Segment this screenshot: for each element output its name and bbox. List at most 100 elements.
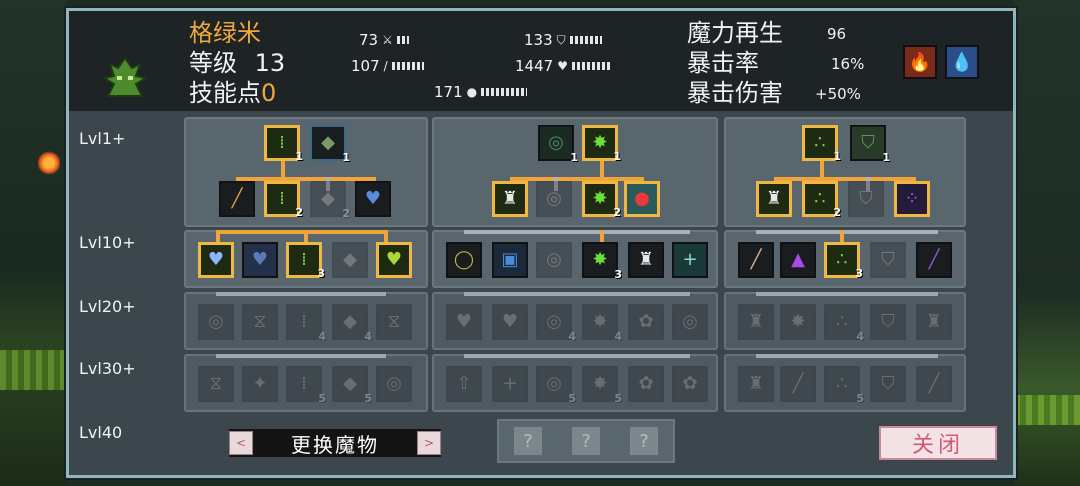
magic-value: 107: [351, 57, 380, 75]
tree-col1-tier3: ◎ ⧖ ⁞ 4 ◆ 4 ⧖: [184, 292, 428, 350]
skill-node-blue-heart[interactable]: ♥: [242, 242, 278, 278]
skill-node-locked[interactable]: ⛉: [848, 181, 884, 217]
skill-node-locked[interactable]: ✿: [628, 304, 664, 340]
fire-buff-icon[interactable]: 🔥: [903, 45, 937, 79]
skill-node-green-heart[interactable]: ♥: [376, 242, 412, 278]
skill-node-red-orb[interactable]: ●: [624, 181, 660, 217]
skill-node-locked[interactable]: ✦: [242, 366, 278, 402]
attack-value: 73: [359, 31, 379, 49]
skill-node-locked[interactable]: ⁞ 5: [286, 366, 326, 405]
skill-node-locked[interactable]: ♥: [492, 304, 528, 340]
skill-node-locked[interactable]: ◎: [672, 304, 708, 340]
skill-node-purple-orbs[interactable]: ⁘: [894, 181, 930, 217]
crit-rate-label: 暴击率: [687, 49, 759, 77]
stat-hp: 1447 ♥: [515, 57, 612, 75]
skill-node-locked[interactable]: ◎: [376, 366, 412, 402]
sword-icon: ⚔: [382, 33, 393, 47]
skill-node-locked[interactable]: ⧖: [198, 366, 234, 402]
skill-node-locked[interactable]: ✸: [780, 304, 816, 340]
skill-node-locked[interactable]: ◎: [198, 304, 234, 340]
switch-monster-label[interactable]: 更换魔物: [291, 429, 379, 458]
skill-node-locked[interactable]: ∴ 5: [824, 366, 864, 405]
crit-rate-value: 16%: [831, 55, 865, 73]
skill-node-locked[interactable]: ⧖: [376, 304, 412, 340]
skill-node-locked[interactable]: ⁞ 4: [286, 304, 326, 343]
unknown-slot[interactable]: ?: [512, 425, 544, 457]
skill-node-spore-cloud-2[interactable]: ∴ 2: [802, 181, 841, 219]
level-label-20: Lvl20+: [79, 297, 136, 316]
skill-node-locked[interactable]: ⛉: [870, 242, 906, 278]
skill-node-heart-shield[interactable]: ♥: [355, 181, 391, 217]
skill-node-locked[interactable]: ✸ 5: [582, 366, 622, 405]
regen-value: 96: [827, 25, 847, 43]
unknown-slot[interactable]: ?: [628, 425, 660, 457]
level-label-30: Lvl30+: [79, 359, 136, 378]
skill-node-green-burst-3[interactable]: ✸ 3: [582, 242, 622, 281]
skill-node-locked[interactable]: ◆: [332, 242, 368, 278]
unknown-slot[interactable]: ?: [570, 425, 602, 457]
crit-dmg-label: 暴击伤害: [687, 79, 783, 107]
skill-node-locked[interactable]: ⇧: [446, 366, 482, 402]
prev-monster-button[interactable]: <: [229, 431, 253, 455]
skill-node-locked[interactable]: ✿: [628, 366, 664, 402]
speed-bars: [481, 88, 528, 96]
skill-node-grass-strike-2[interactable]: ⁞ 2: [264, 181, 303, 219]
skill-points-row: 技能点0: [189, 79, 276, 107]
skill-node-spore-cloud[interactable]: ∴ 1: [802, 125, 841, 163]
skill-node-locked[interactable]: ◆ 4: [332, 304, 372, 343]
next-monster-button[interactable]: >: [417, 431, 441, 455]
skill-node-green-burst[interactable]: ✸ 1: [582, 125, 621, 163]
torch-icon: [38, 150, 60, 176]
skill-node-ice-heart[interactable]: ♥: [198, 242, 234, 278]
skill-node-locked[interactable]: ⛉: [870, 366, 906, 402]
skill-node-shield-ring[interactable]: ◎ 1: [538, 125, 578, 164]
unknown-slots: ? ? ?: [497, 419, 675, 463]
skill-node-chalice[interactable]: ♜: [492, 181, 528, 217]
skill-node-dark-ring[interactable]: ◯: [446, 242, 482, 278]
skill-node-locked[interactable]: ∴ 4: [824, 304, 864, 343]
tree-col2-tier4: ⇧ + ◎ 5 ✸ 5 ✿ ✿: [432, 354, 718, 412]
skill-node-green-shield[interactable]: ⛉ 1: [850, 125, 890, 164]
skill-node-locked[interactable]: +: [492, 366, 528, 402]
skill-node-purple-potion[interactable]: ▲: [780, 242, 816, 278]
skill-node-green-burst-2[interactable]: ✸ 2: [582, 181, 621, 219]
skill-node-locked[interactable]: ♥: [446, 304, 482, 340]
tree-col3-tier3: ♜ ✸ ∴ 4 ⛉ ♜: [724, 292, 966, 350]
water-shield-buff-icon[interactable]: 💧: [945, 45, 979, 79]
skill-node-locked[interactable]: ╱: [916, 366, 952, 402]
skill-node-locked[interactable]: ◎ 4: [536, 304, 576, 343]
monster-switcher: < 更换魔物 >: [229, 429, 441, 457]
skill-node-locked[interactable]: ◎: [536, 181, 572, 217]
skill-node-locked[interactable]: ♜: [916, 304, 952, 340]
skill-node-locked[interactable]: ◆ 2: [310, 181, 350, 220]
skill-node-gems[interactable]: ◆ 1: [310, 125, 350, 164]
skill-node-locked[interactable]: ◆ 5: [332, 366, 372, 405]
level-value: 13: [254, 49, 286, 77]
skill-node-purple-staff[interactable]: ╱: [916, 242, 952, 278]
skill-node-locked[interactable]: ◎ 5: [536, 366, 576, 405]
close-button[interactable]: 关闭: [879, 426, 997, 460]
tree-col3-tier1: ∴ 1 ⛉ 1 ♜ ∴ 2 ⛉ ⁘: [724, 117, 966, 227]
skill-node-locked[interactable]: ╱: [780, 366, 816, 402]
skill-node-staff[interactable]: ╱: [219, 181, 255, 217]
background-scene-left: [0, 0, 66, 486]
skill-node-locked[interactable]: ♜: [738, 304, 774, 340]
skill-node-blue-crystal[interactable]: ▣: [492, 242, 528, 278]
defense-bars: [569, 36, 602, 44]
skill-node-locked[interactable]: ✿: [672, 366, 708, 402]
skill-node-locked[interactable]: ⛉: [870, 304, 906, 340]
skill-node-plus-one[interactable]: +: [672, 242, 708, 278]
skill-node-spore-cloud-3[interactable]: ∴ 3: [824, 242, 863, 280]
skill-node-dagger[interactable]: ╱: [738, 242, 774, 278]
skill-node-locked[interactable]: ✸ 4: [582, 304, 622, 343]
skill-node-grass-rain[interactable]: ⁞ 3: [286, 242, 325, 280]
grass-decoration: [1014, 395, 1080, 425]
skill-node-chalice-2[interactable]: ♜: [628, 242, 664, 278]
stat-magic: 107 /: [351, 57, 424, 75]
skill-node-grass-strike[interactable]: ⁞ 1: [264, 125, 303, 163]
defense-value: 133: [524, 31, 553, 49]
skill-node-locked[interactable]: ⧖: [242, 304, 278, 340]
skill-node-locked[interactable]: ◎: [536, 242, 572, 278]
skill-node-locked[interactable]: ♜: [738, 366, 774, 402]
skill-node-sword-chalice[interactable]: ♜: [756, 181, 792, 217]
